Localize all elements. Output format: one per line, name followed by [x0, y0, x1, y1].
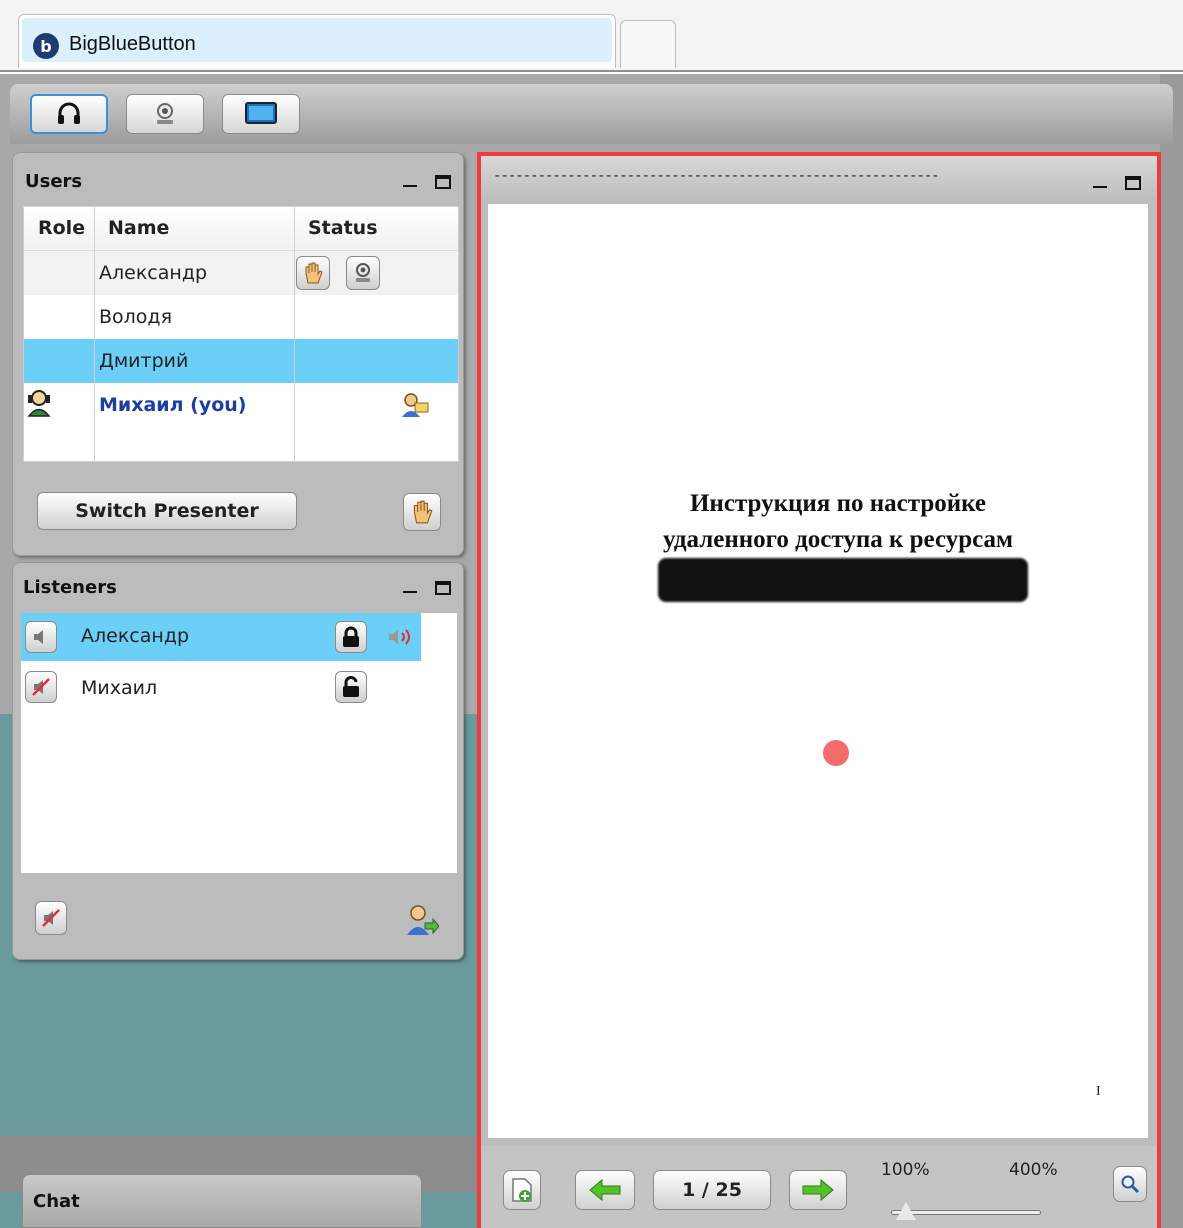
- grid-divider: [94, 207, 95, 463]
- listeners-list: Александр Михаил: [21, 613, 457, 873]
- slide-title-line: Инструкция по настройке: [689, 490, 987, 517]
- user-row[interactable]: Дмитрий: [24, 339, 458, 383]
- presentation-panel: ----------------------------------------…: [477, 152, 1161, 1228]
- muted-speaker-icon: [32, 678, 50, 696]
- zoom-max-label: 400%: [1009, 1160, 1058, 1180]
- presentation-header: ----------------------------------------…: [481, 156, 1157, 202]
- user-name-self: Михаил (you): [99, 394, 247, 416]
- presentation-window-controls: [1093, 170, 1143, 190]
- raised-hand-icon[interactable]: [296, 256, 330, 290]
- minimize-icon[interactable]: [1093, 186, 1107, 188]
- desktop-share-icon: [245, 102, 277, 124]
- slide-title-line: удаленного доступа к ресурсам: [662, 526, 1014, 553]
- slide-page-mark: I: [1096, 1084, 1101, 1099]
- browser-tabstrip: b BigBlueButton: [0, 0, 1183, 72]
- page-counter-button[interactable]: 1 / 25: [653, 1170, 771, 1210]
- zoom-slider-thumb[interactable]: [896, 1202, 916, 1220]
- listener-name: Михаил: [81, 677, 158, 699]
- zoom-min-label: 100%: [881, 1160, 930, 1180]
- presenter-icon: [27, 390, 51, 417]
- locked-icon: [343, 626, 359, 647]
- next-slide-button[interactable]: [789, 1170, 847, 1210]
- muted-speaker-icon: [42, 909, 60, 927]
- speaker-icon: [34, 630, 43, 644]
- mute-listener-button[interactable]: [25, 671, 57, 703]
- bigbluebutton-logo-icon: b: [33, 33, 59, 59]
- user-name: Александр: [99, 262, 208, 284]
- arrow-left-icon: [589, 1178, 621, 1202]
- maximize-icon[interactable]: [435, 175, 451, 189]
- presentation-slide[interactable]: Инструкция по настройке удаленного досту…: [488, 204, 1148, 1138]
- arrow-right-icon: [802, 1178, 834, 1202]
- eject-user-icon[interactable]: [405, 903, 439, 937]
- user-row[interactable]: Володя: [24, 295, 458, 339]
- previous-slide-button[interactable]: [575, 1170, 635, 1210]
- presenter-status-icon[interactable]: [400, 391, 430, 419]
- listeners-window-controls: [403, 575, 453, 595]
- switch-presenter-button[interactable]: Switch Presenter: [37, 492, 297, 530]
- app-area: Users Role Name Status Александр Володя …: [0, 74, 1183, 1228]
- users-grid: Role Name Status Александр Володя Дмитри…: [23, 206, 459, 463]
- unlocked-icon: [343, 676, 359, 697]
- join-audio-button[interactable]: [30, 94, 108, 134]
- column-header-status[interactable]: Status: [308, 217, 378, 239]
- raised-hand-icon: [413, 500, 433, 524]
- headset-icon: [58, 102, 80, 124]
- share-desktop-button[interactable]: [222, 94, 300, 134]
- browser-tab-title: BigBlueButton: [69, 33, 196, 55]
- lock-listener-button[interactable]: [335, 671, 367, 703]
- main-toolbar: [10, 84, 1173, 144]
- user-name: Володя: [99, 306, 172, 328]
- webcam-icon: [157, 103, 173, 124]
- mute-listener-button[interactable]: [25, 621, 57, 653]
- users-panel-title: Users: [25, 171, 83, 192]
- users-window-controls: [403, 169, 453, 189]
- new-tab-button[interactable]: [620, 20, 676, 68]
- talking-speaker-icon: [389, 629, 410, 645]
- listeners-panel: Listeners Александр Михаил: [12, 562, 464, 960]
- page-counter: 1 / 25: [682, 1179, 742, 1201]
- users-grid-header: Role Name Status: [24, 207, 458, 251]
- redacted-text: [658, 558, 1028, 602]
- webcam-icon[interactable]: [346, 256, 380, 290]
- background-edge: [1160, 74, 1183, 1228]
- chat-title: Chat: [33, 1191, 80, 1212]
- maximize-icon[interactable]: [435, 581, 451, 595]
- lock-listener-button[interactable]: [335, 621, 367, 653]
- presenter-pointer: [823, 740, 849, 766]
- listener-name: Александр: [81, 625, 190, 647]
- mute-all-button[interactable]: [35, 901, 67, 935]
- browser-tab-active[interactable]: b BigBlueButton: [18, 14, 616, 68]
- raise-hand-button[interactable]: [403, 493, 441, 531]
- share-webcam-button[interactable]: [126, 94, 204, 134]
- column-header-role[interactable]: Role: [38, 217, 85, 239]
- listeners-panel-title: Listeners: [23, 577, 117, 598]
- user-name: Дмитрий: [99, 350, 189, 372]
- user-row[interactable]: Михаил (you): [24, 383, 458, 427]
- grid-divider: [294, 207, 295, 463]
- users-panel: Users Role Name Status Александр Володя …: [12, 152, 464, 556]
- fit-page-button[interactable]: [1113, 1166, 1147, 1202]
- upload-presentation-button[interactable]: [503, 1170, 541, 1210]
- user-row[interactable]: Александр: [24, 251, 458, 295]
- minimize-icon[interactable]: [403, 591, 417, 593]
- column-header-name[interactable]: Name: [108, 217, 169, 239]
- minimize-icon[interactable]: [403, 185, 417, 187]
- presentation-controls: 1 / 25 100% 400%: [481, 1146, 1157, 1228]
- upload-document-icon: [512, 1178, 532, 1202]
- maximize-icon[interactable]: [1125, 176, 1141, 190]
- chat-panel-tab[interactable]: Chat: [22, 1174, 422, 1228]
- presentation-filename: ----------------------------------------…: [493, 168, 940, 184]
- listener-row[interactable]: Александр: [21, 613, 421, 661]
- listener-row[interactable]: Михаил: [21, 665, 421, 713]
- magnifier-icon: [1121, 1175, 1140, 1194]
